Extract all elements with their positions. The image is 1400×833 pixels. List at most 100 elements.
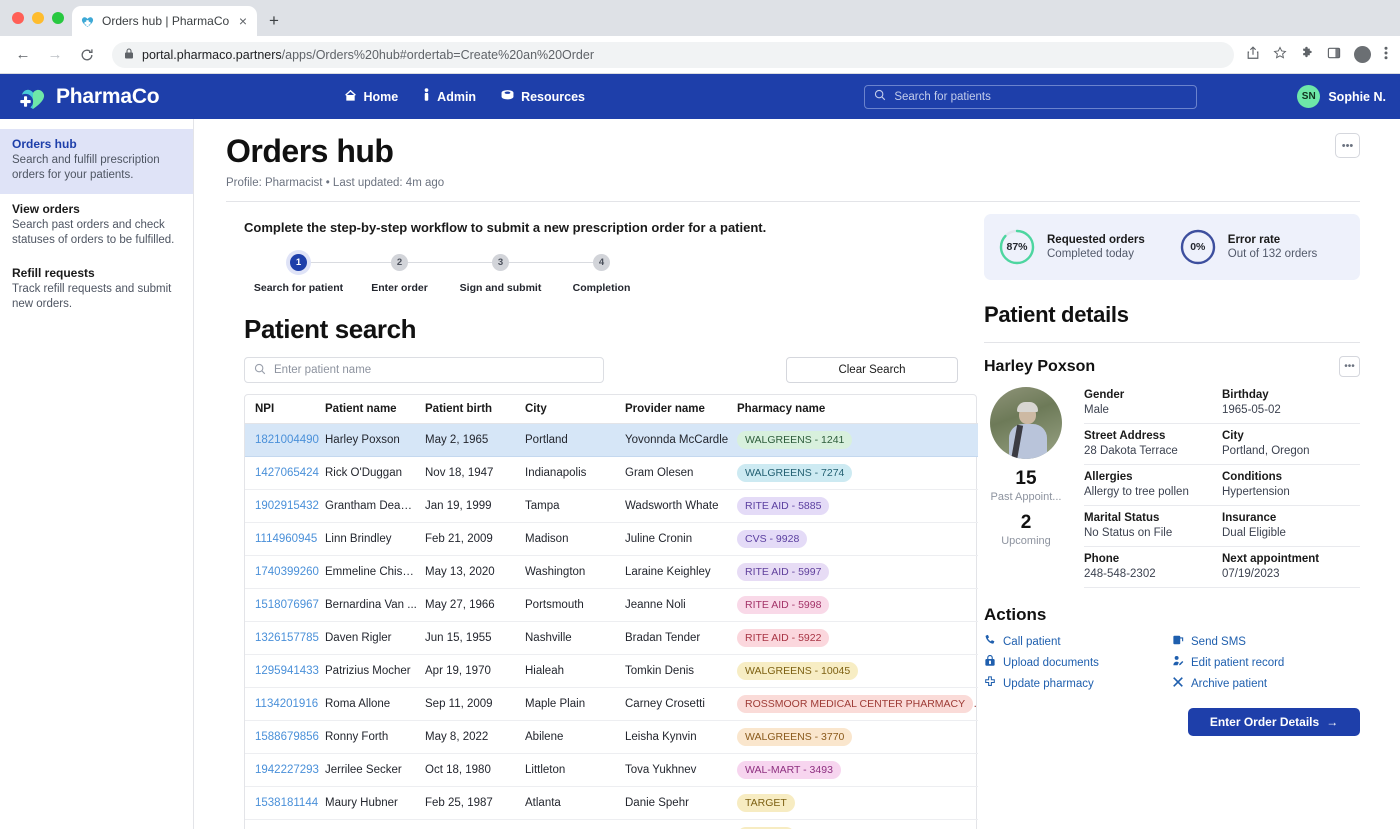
nav-item-resources[interactable]: Resources <box>500 89 585 105</box>
cell-pharmacy-name: WALGREENS - 10045 <box>737 655 978 688</box>
step-2-enter-order[interactable]: 2 Enter order <box>349 254 450 294</box>
cell-patient-name: Harley Poxson <box>325 424 425 457</box>
sidebar-item-desc: Search past orders and check statuses of… <box>12 218 181 249</box>
action-call-patient[interactable]: Call patient <box>984 634 1172 649</box>
enter-order-details-button[interactable]: Enter Order Details → <box>1188 708 1360 736</box>
actions-heading: Actions <box>984 605 1360 625</box>
header-search-input[interactable]: Search for patients <box>864 85 1197 109</box>
step-1-search-for-patient[interactable]: 1 Search for patient <box>248 254 349 294</box>
profile-avatar[interactable] <box>1354 46 1371 63</box>
col-header-patient-name[interactable]: Patient name <box>325 395 425 424</box>
table-row[interactable]: 1942227293Jerrilee SeckerOct 18, 1980Lit… <box>245 754 978 787</box>
window-traffic-lights[interactable] <box>10 0 72 36</box>
actions-grid: Call patient Upload documents <box>984 634 1360 691</box>
patient-overflow-menu-button[interactable]: ••• <box>1339 356 1360 377</box>
bookmark-star-icon[interactable] <box>1273 46 1287 63</box>
cell-patient-birth: Sep 22, 1976 <box>425 820 525 830</box>
sidebar: Orders hub Search and fulfill prescripti… <box>0 119 194 829</box>
table-row[interactable]: 1821004490Harley PoxsonMay 2, 1965Portla… <box>245 424 978 457</box>
cell-patient-birth: Oct 18, 1980 <box>425 754 525 787</box>
maximize-window-button[interactable] <box>52 12 64 24</box>
chrome-menu-icon[interactable] <box>1384 46 1388 63</box>
col-header-pharmacy-name[interactable]: Pharmacy name <box>737 395 978 424</box>
cell-city: Maple Plain <box>525 688 625 721</box>
app-logo[interactable]: PharmaCo <box>16 82 159 112</box>
step-label: Search for patient <box>254 282 343 294</box>
table-row[interactable]: 1588679856Ronny ForthMay 8, 2022AbileneL… <box>245 721 978 754</box>
share-icon[interactable] <box>1246 46 1260 63</box>
field-label: Next appointment <box>1222 553 1360 565</box>
sidebar-item-orders-hub[interactable]: Orders hub Search and fulfill prescripti… <box>0 129 193 194</box>
table-row[interactable]: 1518076967Bernardina Van ...May 27, 1966… <box>245 589 978 622</box>
sidebar-item-view-orders[interactable]: View orders Search past orders and check… <box>0 194 193 259</box>
cell-patient-name: Daven Rigler <box>325 622 425 655</box>
patient-search-input[interactable]: Enter patient name <box>244 357 604 383</box>
action-update-pharmacy[interactable]: Update pharmacy <box>984 676 1172 691</box>
table-row[interactable]: 1326157785Daven RiglerJun 15, 1955Nashvi… <box>245 622 978 655</box>
step-number: 2 <box>391 254 408 271</box>
page-overflow-menu-button[interactable]: ••• <box>1335 133 1360 158</box>
action-send-sms[interactable]: Send SMS <box>1172 634 1360 649</box>
field-value: Allergy to tree pollen <box>1084 486 1222 498</box>
browser-tab[interactable]: Orders hub | PharmaCo × <box>72 6 257 36</box>
sidebar-item-refill-requests[interactable]: Refill requests Track refill requests an… <box>0 258 193 323</box>
close-window-button[interactable] <box>12 12 24 24</box>
field-value: Male <box>1084 404 1222 416</box>
table-row[interactable]: 1427065424Rick O'DugganNov 18, 1947India… <box>245 457 978 490</box>
sidebar-item-desc: Search and fulfill prescription orders f… <box>12 153 181 184</box>
new-tab-button[interactable]: + <box>269 11 279 31</box>
cell-npi: 1134201916 <box>245 688 325 721</box>
forward-button[interactable]: → <box>42 42 68 68</box>
table-row[interactable]: 1740399260Emmeline ChishullMay 13, 2020W… <box>245 556 978 589</box>
table-row[interactable]: 1174546469Lockwood JackeSep 22, 1976Milw… <box>245 820 978 830</box>
pharmacy-badge: WAL-MART - 3493 <box>737 761 841 779</box>
table-row[interactable]: 1295941433Patrizius MocherApr 19, 1970Hi… <box>245 655 978 688</box>
browser-action-icons <box>1246 46 1390 63</box>
patient-details-heading: Patient details <box>984 302 1360 328</box>
col-header-provider-name[interactable]: Provider name <box>625 395 737 424</box>
cell-npi: 1821004490 <box>245 424 325 457</box>
cell-npi: 1518076967 <box>245 589 325 622</box>
extensions-puzzle-icon[interactable] <box>1300 46 1314 63</box>
cell-patient-birth: May 2, 1965 <box>425 424 525 457</box>
patient-fields-grid: Gender Male Birthday 1965-05-02 Street A… <box>1084 387 1360 588</box>
clear-search-button[interactable]: Clear Search <box>786 357 958 383</box>
phone-icon <box>984 634 997 649</box>
cell-provider-name: Tomkin Denis <box>625 655 737 688</box>
side-panel-icon[interactable] <box>1327 46 1341 63</box>
cell-npi: 1740399260 <box>245 556 325 589</box>
tab-close-icon[interactable]: × <box>237 14 249 28</box>
nav-item-admin[interactable]: Admin <box>422 88 476 105</box>
field-row: Phone 248-548-2302 Next appointment 07/1… <box>1084 547 1360 588</box>
action-archive-patient[interactable]: Archive patient <box>1172 676 1360 691</box>
col-header-city[interactable]: City <box>525 395 625 424</box>
field-row: Gender Male Birthday 1965-05-02 <box>1084 387 1360 424</box>
reload-button[interactable] <box>74 42 100 68</box>
cell-npi: 1114960945 <box>245 523 325 556</box>
pharmacy-badge: RITE AID - 5998 <box>737 596 829 614</box>
col-header-patient-birth[interactable]: Patient birth <box>425 395 525 424</box>
minimize-window-button[interactable] <box>32 12 44 24</box>
sms-icon <box>1172 634 1185 649</box>
table-row[interactable]: 1114960945Linn BrindleyFeb 21, 2009Madis… <box>245 523 978 556</box>
step-3-sign-and-submit[interactable]: 3 Sign and submit <box>450 254 551 294</box>
requested-orders-label: Requested orders <box>1047 234 1145 246</box>
action-edit-patient-record[interactable]: Edit patient record <box>1172 655 1360 670</box>
user-menu[interactable]: SN Sophie N. <box>1297 85 1386 108</box>
table-row[interactable]: 1902915432Grantham Deam...Jan 19, 1999Ta… <box>245 490 978 523</box>
search-icon <box>874 89 886 104</box>
back-button[interactable]: ← <box>10 42 36 68</box>
address-bar[interactable]: portal.pharmaco.partners/apps/Orders%20h… <box>112 42 1234 68</box>
step-4-completion[interactable]: 4 Completion <box>551 254 652 294</box>
cell-patient-name: Jerrilee Secker <box>325 754 425 787</box>
cell-npi: 1588679856 <box>245 721 325 754</box>
cross-pharmacy-icon <box>984 676 997 691</box>
table-row[interactable]: 1134201916Roma AlloneSep 11, 2009Maple P… <box>245 688 978 721</box>
nav-item-home[interactable]: Home <box>344 89 398 105</box>
pharmacy-badge: CVS - 9928 <box>737 530 807 548</box>
step-connector <box>306 262 392 263</box>
col-header-npi[interactable]: NPI <box>245 395 325 424</box>
action-upload-documents[interactable]: Upload documents <box>984 655 1172 670</box>
table-row[interactable]: 1538181144Maury HubnerFeb 25, 1987Atlant… <box>245 787 978 820</box>
field-label: City <box>1222 430 1360 442</box>
